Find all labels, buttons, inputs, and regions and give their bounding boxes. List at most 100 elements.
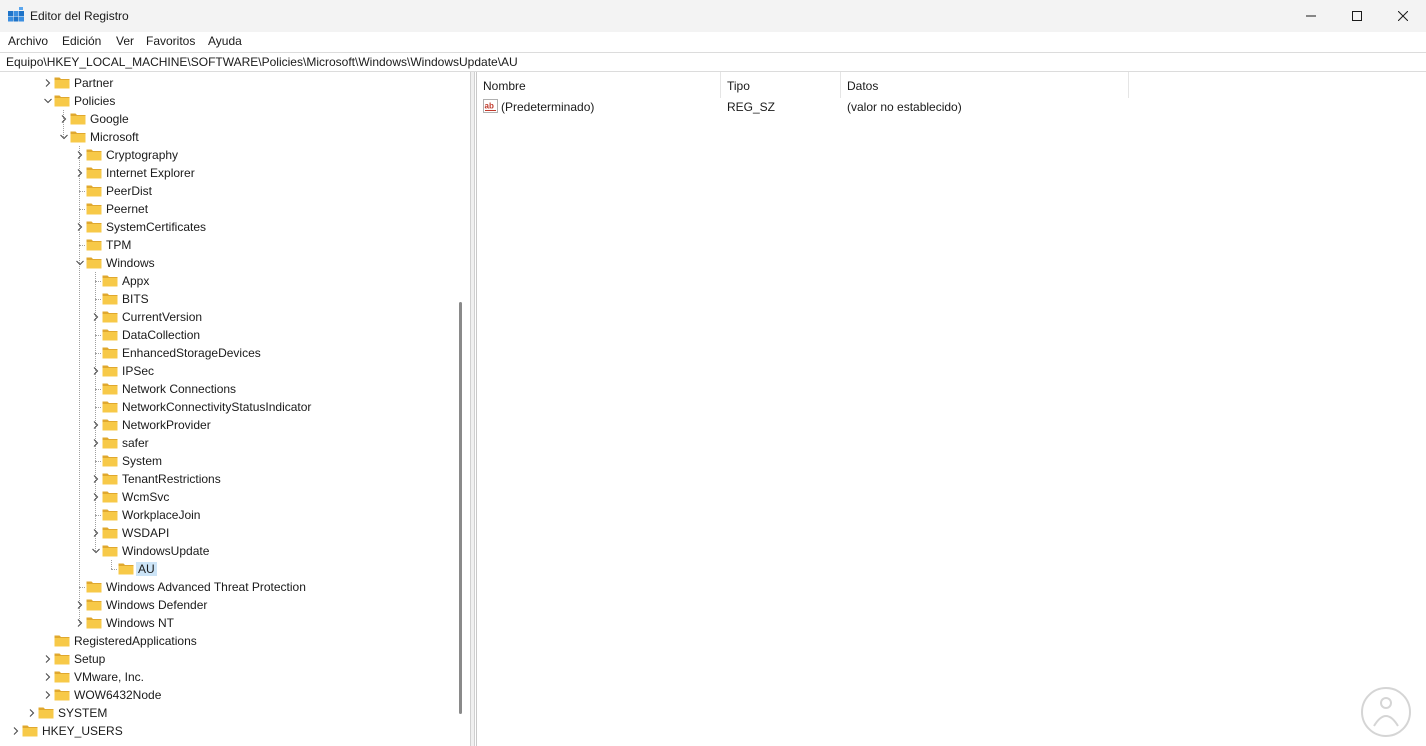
folder-icon: [86, 203, 102, 215]
tree-item-tpm[interactable]: TPM: [0, 236, 460, 254]
tree-item-hkey-users[interactable]: HKEY_USERS: [0, 722, 460, 740]
tree-item-label: NetworkProvider: [122, 418, 211, 432]
tree-item-setup[interactable]: Setup: [0, 650, 460, 668]
tree-item-label: RegisteredApplications: [74, 634, 197, 648]
chevron-right-icon[interactable]: [44, 79, 52, 87]
folder-icon: [102, 311, 118, 323]
tree-item-label: AU: [136, 562, 157, 576]
value-data: (valor no establecido): [847, 100, 962, 114]
chevron-down-icon[interactable]: [60, 133, 68, 141]
tree-item-google[interactable]: Google: [0, 110, 460, 128]
chevron-right-icon[interactable]: [92, 313, 100, 321]
tree-scrollbar-thumb[interactable]: [459, 302, 462, 714]
tree-item-registeredapplications[interactable]: RegisteredApplications: [0, 632, 460, 650]
tree-item-label: TPM: [106, 238, 132, 252]
tree-item-label: Google: [90, 112, 129, 126]
tree-item-windowsupdate[interactable]: WindowsUpdate: [0, 542, 460, 560]
tree-item-label: SYSTEM: [58, 706, 108, 720]
chevron-right-icon[interactable]: [92, 439, 100, 447]
chevron-down-icon[interactable]: [76, 259, 84, 267]
tree-item-vmware-inc[interactable]: VMware, Inc.: [0, 668, 460, 686]
folder-icon: [118, 563, 134, 575]
chevron-right-icon[interactable]: [76, 601, 84, 609]
tree-item-policies[interactable]: Policies: [0, 92, 460, 110]
chevron-right-icon[interactable]: [44, 673, 52, 681]
pane-splitter[interactable]: [470, 72, 475, 746]
tree-item-label: WcmSvc: [122, 490, 170, 504]
address-bar[interactable]: Equipo\HKEY_LOCAL_MACHINE\SOFTWARE\Polic…: [0, 52, 1426, 72]
tree-item-tenantrestrictions[interactable]: TenantRestrictions: [0, 470, 460, 488]
close-button[interactable]: [1380, 0, 1426, 32]
chevron-right-icon[interactable]: [92, 475, 100, 483]
tree-item-ipsec[interactable]: IPSec: [0, 362, 460, 380]
tree-item-label: WOW6432Node: [74, 688, 162, 702]
tree-item-systemcertificates[interactable]: SystemCertificates: [0, 218, 460, 236]
tree-item-enhancedstoragedevices[interactable]: EnhancedStorageDevices: [0, 344, 460, 362]
tree-item-bits[interactable]: BITS: [0, 290, 460, 308]
tree-item-label: Appx: [122, 274, 150, 288]
tree-item-currentversion[interactable]: CurrentVersion: [0, 308, 460, 326]
column-header-datos[interactable]: Datos: [841, 72, 1129, 98]
tree-item-windows-advanced-threat-protection[interactable]: Windows Advanced Threat Protection: [0, 578, 460, 596]
chevron-right-icon[interactable]: [76, 169, 84, 177]
tree-item-au[interactable]: AU: [0, 560, 460, 578]
chevron-right-icon[interactable]: [92, 421, 100, 429]
registry-editor-icon: [8, 7, 24, 22]
chevron-right-icon[interactable]: [44, 655, 52, 663]
tree-item-system[interactable]: SYSTEM: [0, 704, 460, 722]
tree-item-label: Windows NT: [106, 616, 175, 630]
tree-item-datacollection[interactable]: DataCollection: [0, 326, 460, 344]
folder-icon: [86, 167, 102, 179]
chevron-right-icon[interactable]: [28, 709, 36, 717]
menu-ayuda[interactable]: Ayuda: [208, 34, 242, 48]
tree-item-wow6432node[interactable]: WOW6432Node: [0, 686, 460, 704]
tree-item-internet-explorer[interactable]: Internet Explorer: [0, 164, 460, 182]
chevron-right-icon[interactable]: [76, 619, 84, 627]
menu-ver[interactable]: Ver: [116, 34, 134, 48]
chevron-down-icon[interactable]: [92, 547, 100, 555]
tree-item-microsoft[interactable]: Microsoft: [0, 128, 460, 146]
column-header-tipo[interactable]: Tipo: [721, 72, 841, 98]
chevron-right-icon[interactable]: [92, 529, 100, 537]
address-path: Equipo\HKEY_LOCAL_MACHINE\SOFTWARE\Polic…: [6, 55, 518, 69]
column-header-nombre[interactable]: Nombre: [477, 72, 721, 98]
tree-item-windows-nt[interactable]: Windows NT: [0, 614, 460, 632]
tree-item-appx[interactable]: Appx: [0, 272, 460, 290]
value-row[interactable]: ab (Predeterminado) REG_SZ (valor no est…: [477, 98, 1426, 116]
tree-item-label: CurrentVersion: [122, 310, 203, 324]
chevron-right-icon[interactable]: [12, 727, 20, 735]
folder-icon: [102, 383, 118, 395]
menu-favoritos[interactable]: Favoritos: [146, 34, 195, 48]
chevron-right-icon[interactable]: [92, 493, 100, 501]
tree-item-workplacejoin[interactable]: WorkplaceJoin: [0, 506, 460, 524]
tree-item-partner[interactable]: Partner: [0, 74, 460, 92]
tree-item-safer[interactable]: safer: [0, 434, 460, 452]
chevron-right-icon[interactable]: [92, 367, 100, 375]
tree-item-networkconnectivitystatusindicator[interactable]: NetworkConnectivityStatusIndicator: [0, 398, 460, 416]
tree-item-cryptography[interactable]: Cryptography: [0, 146, 460, 164]
tree-item-network-connections[interactable]: Network Connections: [0, 380, 460, 398]
chevron-right-icon[interactable]: [76, 223, 84, 231]
tree-item-system[interactable]: System: [0, 452, 460, 470]
tree-item-wsdapi[interactable]: WSDAPI: [0, 524, 460, 542]
tree-item-wcmsvc[interactable]: WcmSvc: [0, 488, 460, 506]
maximize-button[interactable]: [1334, 0, 1380, 32]
value-type: REG_SZ: [727, 100, 776, 114]
tree-item-peernet[interactable]: Peernet: [0, 200, 460, 218]
folder-icon: [102, 293, 118, 305]
chevron-right-icon[interactable]: [76, 151, 84, 159]
tree-pane[interactable]: Partner Policies Google Microsoft Cryptograp…: [0, 72, 472, 746]
chevron-right-icon[interactable]: [60, 115, 68, 123]
tree-item-windows[interactable]: Windows: [0, 254, 460, 272]
menu-archivo[interactable]: Archivo: [8, 34, 48, 48]
tree-item-networkprovider[interactable]: NetworkProvider: [0, 416, 460, 434]
tree-item-label: TenantRestrictions: [122, 472, 221, 486]
minimize-button[interactable]: [1288, 0, 1334, 32]
tree-item-peerdist[interactable]: PeerDist: [0, 182, 460, 200]
tree-item-windows-defender[interactable]: Windows Defender: [0, 596, 460, 614]
chevron-right-icon[interactable]: [44, 691, 52, 699]
chevron-down-icon[interactable]: [44, 97, 52, 105]
menu-edicion[interactable]: Edición: [62, 34, 101, 48]
tree-item-label: Network Connections: [122, 382, 237, 396]
values-pane[interactable]: Nombre Tipo Datos ab (Predeterminado) RE…: [476, 72, 1426, 746]
